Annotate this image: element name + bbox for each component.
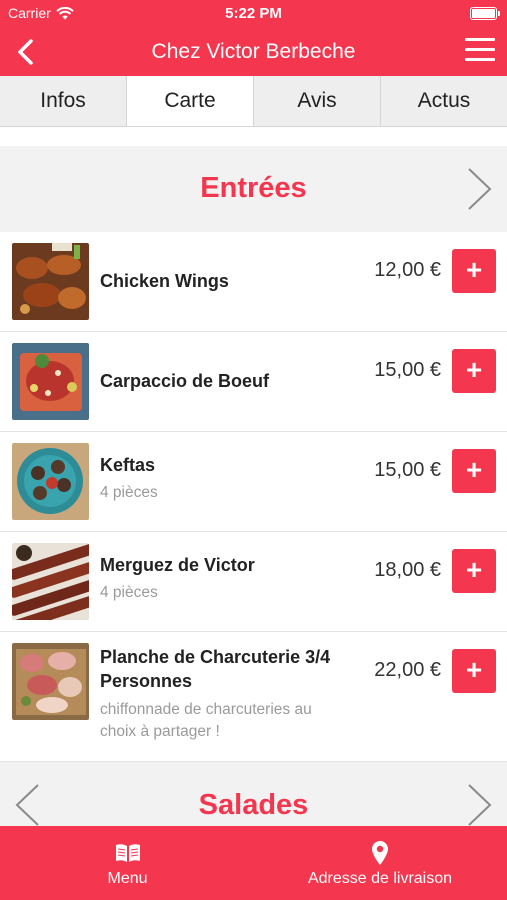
status-bar: Carrier 5:22 PM xyxy=(0,0,507,28)
menu-item[interactable]: Chicken Wings 12,00 € + xyxy=(0,232,507,332)
location-pin-icon xyxy=(372,841,388,865)
bottom-nav-menu[interactable]: Menu xyxy=(60,826,195,900)
item-name: Merguez de Victor xyxy=(100,555,255,575)
tab-carte[interactable]: Carte xyxy=(127,76,254,126)
item-name: Carpaccio de Boeuf xyxy=(100,371,270,391)
hamburger-line xyxy=(465,48,495,51)
back-button[interactable] xyxy=(14,38,40,66)
menu-item[interactable]: Planche de Charcuterie 3/4 Personnes chi… xyxy=(0,632,507,762)
chevron-left-icon xyxy=(18,39,33,65)
add-to-cart-button[interactable]: + xyxy=(452,649,496,693)
tab-actus[interactable]: Actus xyxy=(381,76,507,126)
menu-item[interactable]: Carpaccio de Boeuf 15,00 € + xyxy=(0,332,507,432)
hamburger-menu-button[interactable] xyxy=(465,38,495,66)
item-price: 22,00 € xyxy=(374,659,441,681)
bottom-nav-label: Menu xyxy=(107,870,148,887)
next-section-button[interactable] xyxy=(464,782,494,828)
menu-item[interactable]: Keftas 4 pièces 15,00 € + xyxy=(0,432,507,532)
book-icon xyxy=(116,844,140,862)
item-description: 4 pièces xyxy=(100,584,158,601)
chevron-right-icon xyxy=(468,168,492,210)
item-description: 4 pièces xyxy=(100,484,158,501)
item-name: Planche de Charcuterie 3/4 Personnes xyxy=(100,647,331,691)
page-title: Chez Victor Berbeche xyxy=(151,40,356,63)
chevron-left-icon xyxy=(15,784,39,826)
dish-photo xyxy=(12,243,89,320)
previous-section-button[interactable] xyxy=(13,782,43,828)
section-title: Salades xyxy=(198,789,309,821)
tab-bar: Infos Carte Avis Actus xyxy=(0,76,507,127)
item-name: Chicken Wings xyxy=(100,271,229,291)
hamburger-line xyxy=(465,38,495,41)
item-description: chiffonnade de charcuteries au choix à p… xyxy=(100,701,312,740)
item-name: Keftas xyxy=(100,455,156,475)
dish-photo xyxy=(12,643,89,720)
section-title: Entrées xyxy=(200,172,307,204)
item-price: 12,00 € xyxy=(374,259,441,281)
next-section-button[interactable] xyxy=(464,166,494,212)
add-to-cart-button[interactable]: + xyxy=(452,349,496,393)
add-to-cart-button[interactable]: + xyxy=(452,549,496,593)
app-header: Carrier 5:22 PM Chez Victor Berbeche xyxy=(0,0,507,76)
bottom-nav-delivery-address[interactable]: Adresse de livraison xyxy=(290,826,470,900)
dish-photo xyxy=(12,343,89,420)
navigation-bar: Chez Victor Berbeche xyxy=(0,28,507,76)
item-price: 18,00 € xyxy=(374,559,441,581)
hamburger-line xyxy=(465,58,495,61)
battery-icon xyxy=(470,7,500,20)
tab-infos[interactable]: Infos xyxy=(0,76,127,126)
item-price: 15,00 € xyxy=(374,459,441,481)
tab-avis[interactable]: Avis xyxy=(254,76,381,126)
menu-item[interactable]: Merguez de Victor 4 pièces 18,00 € + xyxy=(0,532,507,632)
bottom-navigation: Menu Adresse de livraison xyxy=(0,826,507,900)
add-to-cart-button[interactable]: + xyxy=(452,249,496,293)
status-time: 5:22 PM xyxy=(225,5,282,22)
dish-photo xyxy=(12,443,89,520)
section-header-entrees: Entrées xyxy=(0,146,507,232)
item-price: 15,00 € xyxy=(374,359,441,381)
dish-photo xyxy=(12,543,89,620)
add-to-cart-button[interactable]: + xyxy=(452,449,496,493)
chevron-right-icon xyxy=(468,784,492,826)
bottom-nav-label: Adresse de livraison xyxy=(307,870,453,887)
